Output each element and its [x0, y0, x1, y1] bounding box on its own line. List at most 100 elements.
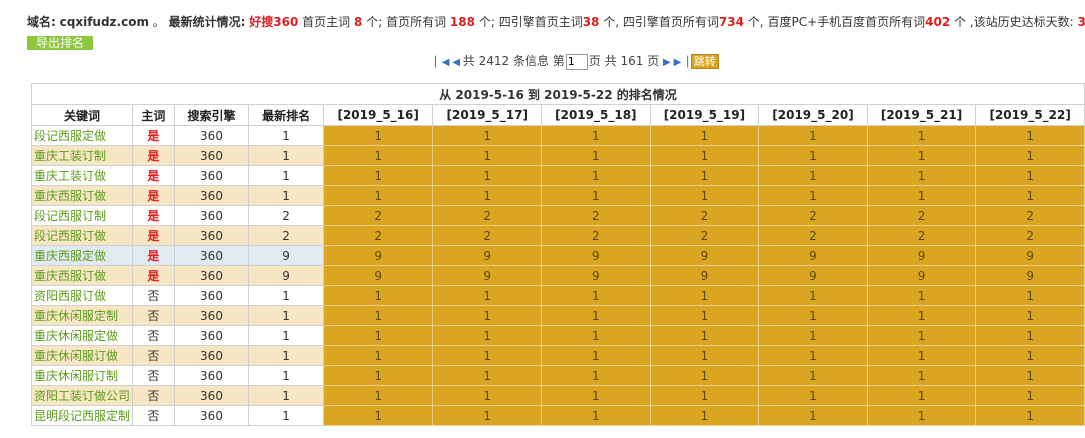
latest-rank-cell: 1: [248, 385, 324, 406]
jump-button[interactable]: 跳转: [690, 54, 719, 69]
daily-rank-cell: 1: [649, 285, 760, 306]
main-keyword-flag: 是: [131, 265, 175, 286]
daily-rank-cell: 1: [541, 345, 651, 366]
history-days-count: 350: [1077, 15, 1085, 29]
table-row: 重庆西服定做是 360 9 9 9 9 9 9 9 9: [31, 245, 1085, 266]
ranking-table: 从 2019-5-16 到 2019-5-22 的排名情况 关键词 主词 搜索引…: [31, 83, 1085, 426]
search-engine-cell: 360: [173, 145, 250, 166]
keyword-link[interactable]: 段记西服订制: [34, 209, 106, 223]
daily-rank-cell: 1: [649, 125, 760, 146]
daily-rank-cell: 1: [975, 405, 1085, 426]
daily-rank-cell: 1: [649, 145, 760, 166]
daily-rank-cell: 1: [975, 325, 1085, 346]
page-total: 161: [620, 54, 644, 68]
daily-rank-cell: 9: [975, 245, 1085, 266]
keyword-link[interactable]: 段记西服订做: [34, 229, 106, 243]
search-engine-cell: 360: [173, 245, 250, 266]
daily-rank-cell: 9: [322, 265, 434, 286]
search-engine-cell: 360: [173, 385, 250, 406]
latest-rank-cell: 1: [248, 165, 324, 186]
keyword-link[interactable]: 重庆休闲服定做: [34, 329, 118, 343]
latest-rank-cell: 1: [248, 285, 324, 306]
main-keyword-flag: 是: [131, 245, 175, 266]
daily-rank-cell: 1: [322, 365, 434, 386]
table-row: 重庆工装订做是 360 1 1 1 1 1 1 1 1: [31, 165, 1085, 186]
daily-rank-cell: 1: [432, 165, 543, 186]
keyword-link[interactable]: 资阳西服订做: [34, 289, 106, 303]
latest-rank-cell: 2: [248, 225, 324, 246]
home-main-label: 首页主词: [302, 15, 351, 29]
header-date: [2019_5_20]: [758, 104, 868, 126]
search-engine-cell: 360: [173, 165, 250, 186]
keyword-link[interactable]: 重庆休闲服定制: [34, 309, 118, 323]
daily-rank-cell: 1: [758, 305, 868, 326]
daily-rank-cell: 1: [975, 385, 1085, 406]
daily-rank-cell: 1: [322, 185, 434, 206]
daily-rank-cell: 1: [541, 385, 651, 406]
table-row: 重庆休闲服订做否 360 1 1 1 1 1 1 1 1: [31, 345, 1085, 366]
daily-rank-cell: 2: [322, 225, 434, 246]
first-page-icon[interactable]: ▏◀: [435, 57, 449, 68]
daily-rank-cell: 1: [758, 385, 868, 406]
keyword-cell: 资阳工装订做公司: [31, 385, 133, 406]
main-keyword-flag: 否: [131, 325, 175, 346]
daily-rank-cell: 1: [866, 305, 977, 326]
page-suffix: 页 共: [588, 54, 617, 68]
home-all-label: 首页所有词: [386, 15, 447, 29]
daily-rank-cell: 1: [866, 365, 977, 386]
daily-rank-cell: 1: [541, 285, 651, 306]
keyword-link[interactable]: 重庆休闲服订做: [34, 349, 118, 363]
keyword-link[interactable]: 重庆工装订做: [34, 169, 106, 183]
daily-rank-cell: 1: [866, 385, 977, 406]
latest-rank-cell: 1: [248, 365, 324, 386]
latest-rank-cell: 1: [248, 305, 324, 326]
keyword-link[interactable]: 重庆休闲服订制: [34, 369, 118, 383]
total-prefix: 共: [462, 54, 475, 68]
keyword-link[interactable]: 重庆西服订做: [34, 269, 106, 283]
daily-rank-cell: 1: [541, 125, 651, 146]
daily-rank-cell: 1: [975, 125, 1085, 146]
page-number-input[interactable]: [565, 53, 588, 70]
search-engine-cell: 360: [173, 285, 250, 306]
keyword-link[interactable]: 重庆西服定做: [34, 249, 106, 263]
daily-rank-cell: 1: [758, 325, 868, 346]
daily-rank-cell: 1: [322, 125, 434, 146]
main-keyword-flag: 否: [131, 345, 175, 366]
export-ranking-button[interactable]: 导出排名: [27, 36, 93, 50]
header-date: [2019_5_19]: [649, 104, 760, 126]
main-keyword-flag: 是: [131, 185, 175, 206]
last-page-icon[interactable]: ▶▕: [674, 57, 688, 68]
prev-page-icon[interactable]: ◀: [452, 57, 460, 68]
search-engine-cell: 360: [173, 125, 250, 146]
header-date: [2019_5_18]: [541, 104, 651, 126]
daily-rank-cell: 9: [541, 265, 651, 286]
daily-rank-cell: 9: [322, 245, 434, 266]
keyword-link[interactable]: 资阳工装订做公司: [34, 389, 130, 403]
keyword-link[interactable]: 段记西服定做: [34, 129, 106, 143]
daily-rank-cell: 1: [432, 325, 543, 346]
daily-rank-cell: 1: [866, 165, 977, 186]
daily-rank-cell: 9: [541, 245, 651, 266]
daily-rank-cell: 2: [975, 225, 1085, 246]
home-all-count: 188: [449, 15, 475, 29]
keyword-link[interactable]: 重庆工装订制: [34, 149, 106, 163]
daily-rank-cell: 9: [649, 265, 760, 286]
latest-rank-cell: 1: [248, 325, 324, 346]
home-main-count: 8: [354, 15, 363, 29]
next-page-icon[interactable]: ▶: [663, 57, 671, 68]
main-keyword-flag: 是: [131, 165, 175, 186]
header-date: [2019_5_22]: [975, 104, 1085, 126]
keyword-link[interactable]: 重庆西服订做: [34, 189, 106, 203]
daily-rank-cell: 1: [758, 185, 868, 206]
daily-rank-cell: 1: [866, 185, 977, 206]
main-keyword-flag: 是: [131, 125, 175, 146]
keyword-cell: 重庆休闲服订做: [31, 345, 133, 366]
search-engine-cell: 360: [173, 205, 250, 226]
baidu-label: 百度PC+手机百度首页所有词: [767, 15, 926, 29]
keyword-cell: 段记西服订制: [31, 205, 133, 226]
daily-rank-cell: 1: [758, 145, 868, 166]
keyword-link[interactable]: 昆明段记西服定制: [34, 409, 130, 423]
daily-rank-cell: 1: [649, 325, 760, 346]
daily-rank-cell: 1: [975, 145, 1085, 166]
daily-rank-cell: 1: [541, 325, 651, 346]
